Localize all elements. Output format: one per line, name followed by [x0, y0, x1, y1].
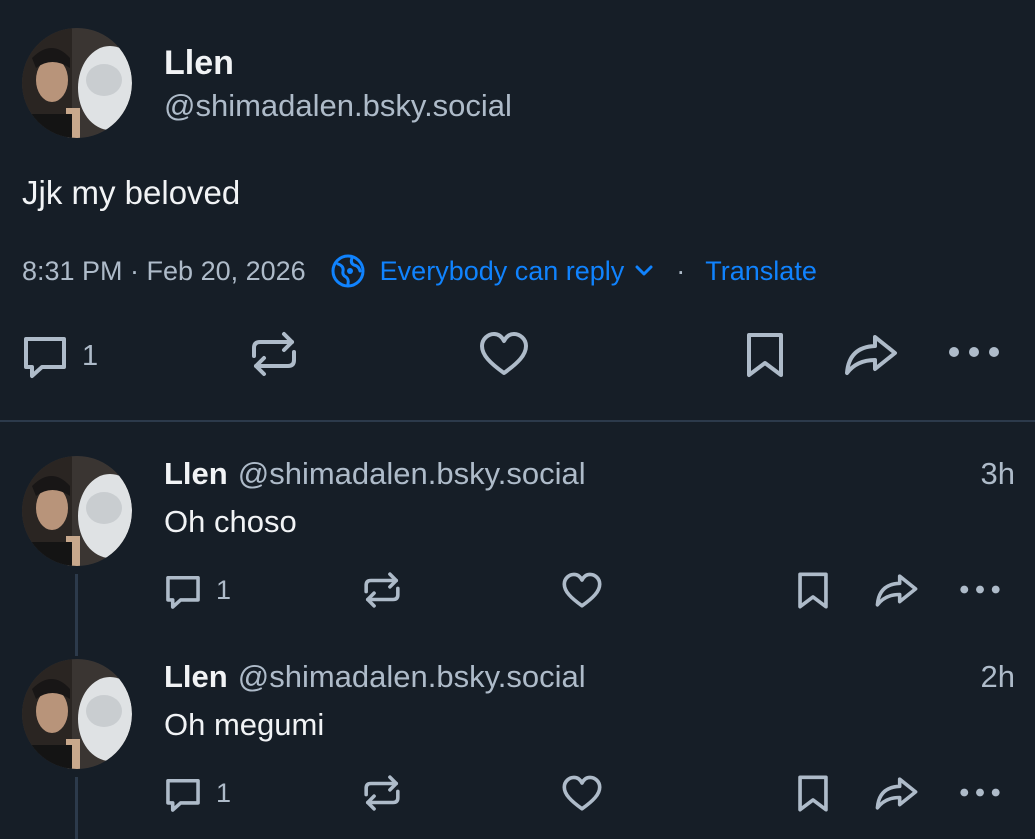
globe-icon[interactable] [330, 253, 366, 289]
thread-line [75, 574, 78, 656]
bookmark-icon[interactable] [744, 331, 786, 379]
avatar-image [22, 659, 132, 769]
reply-icon[interactable] [163, 573, 203, 611]
author-handle[interactable]: @shimadalen.bsky.social [238, 456, 586, 491]
main-post: Llen @shimadalen.bsky.social Jjk my belo… [0, 0, 1035, 422]
share-icon[interactable] [874, 776, 919, 811]
author-name[interactable]: Llen [164, 44, 234, 83]
more-icon[interactable] [946, 344, 1002, 360]
author-handle[interactable]: @shimadalen.bsky.social [238, 659, 586, 694]
meta-separator: · [676, 255, 686, 286]
thread-line [75, 777, 78, 839]
repost-icon[interactable] [361, 571, 403, 609]
chevron-down-icon[interactable] [634, 264, 654, 278]
repost-icon[interactable] [248, 330, 300, 378]
like-icon[interactable] [478, 331, 530, 377]
post-text: Oh megumi [164, 707, 325, 742]
author-handle[interactable]: @shimadalen.bsky.social [164, 88, 512, 124]
avatar-image [22, 456, 132, 566]
reply-header: Llen @shimadalen.bsky.social [164, 456, 586, 492]
bookmark-icon[interactable] [796, 571, 830, 610]
post-time[interactable]: 2h [981, 659, 1015, 695]
post-timestamp[interactable]: 8:31 PM · Feb 20, 2026 [22, 256, 306, 287]
reply-count: 1 [216, 778, 232, 808]
like-icon[interactable] [561, 775, 603, 812]
post-text: Oh choso [164, 504, 297, 539]
post-time[interactable]: 3h [981, 456, 1015, 492]
avatar[interactable] [22, 456, 132, 566]
more-icon[interactable] [958, 583, 1002, 596]
reply-header: Llen @shimadalen.bsky.social [164, 659, 586, 695]
post-meta-row: 8:31 PM · Feb 20, 2026 Everybody can rep… [22, 253, 817, 289]
reply-post: Llen @shimadalen.bsky.social 2h Oh megumi… [0, 659, 1035, 839]
reply-count: 1 [216, 575, 232, 605]
author-name[interactable]: Llen [164, 456, 228, 491]
reply-icon[interactable] [20, 333, 70, 381]
like-icon[interactable] [561, 572, 603, 609]
repost-icon[interactable] [361, 774, 403, 812]
avatar-image [22, 28, 132, 138]
translate-link[interactable]: Translate [705, 256, 817, 287]
share-icon[interactable] [874, 573, 919, 608]
bookmark-icon[interactable] [796, 774, 830, 813]
avatar[interactable] [22, 28, 132, 138]
reply-post: Llen @shimadalen.bsky.social 3h Oh choso … [0, 456, 1035, 656]
post-text: Jjk my beloved [22, 174, 241, 211]
reply-icon[interactable] [163, 776, 203, 814]
reply-count: 1 [82, 340, 99, 372]
share-icon[interactable] [843, 333, 899, 377]
more-icon[interactable] [958, 786, 1002, 799]
author-name[interactable]: Llen [164, 659, 228, 694]
reply-setting-button[interactable]: Everybody can reply [380, 256, 625, 287]
avatar[interactable] [22, 659, 132, 769]
